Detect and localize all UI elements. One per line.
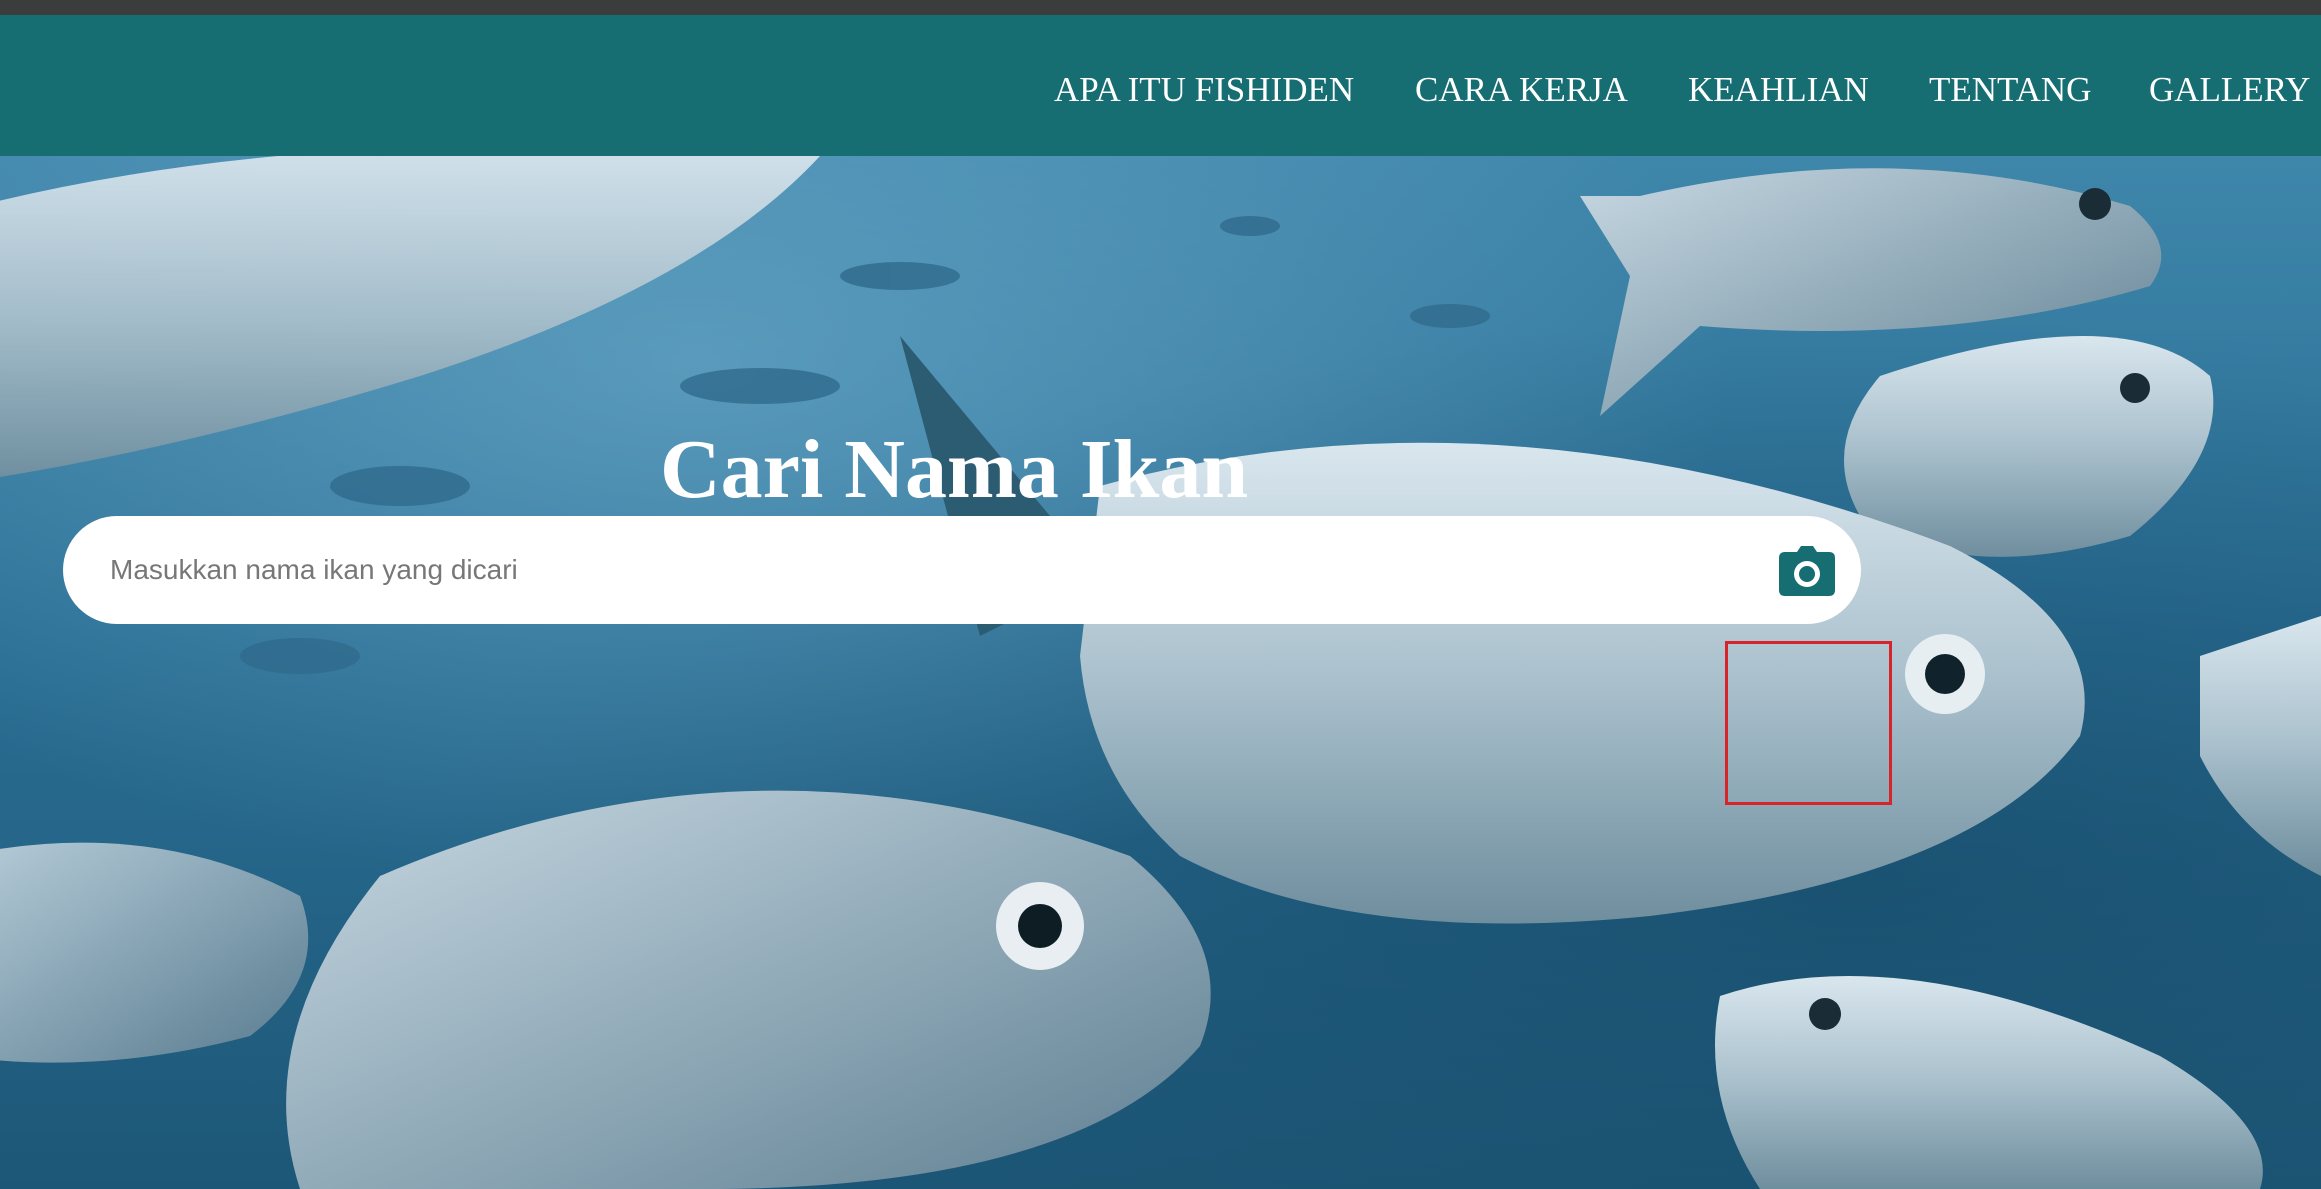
- nav-item-tentang[interactable]: TENTANG: [1929, 68, 2091, 112]
- top-navbar: APA ITU FISHIDEN CARA KERJA KEAHLIAN TEN…: [0, 15, 2321, 156]
- search-bar: [63, 516, 1861, 624]
- hero-section: Cari Nama Ikan: [0, 156, 2321, 1189]
- nav-item-keahlian[interactable]: KEAHLIAN: [1688, 68, 1869, 112]
- camera-search-button[interactable]: [1779, 546, 1835, 596]
- camera-icon: [1779, 546, 1835, 596]
- fish-background-image: [0, 156, 2321, 1189]
- nav-item-cara-kerja[interactable]: CARA KERJA: [1415, 68, 1628, 112]
- search-input[interactable]: [110, 516, 1710, 624]
- window-top-strip: [0, 0, 2321, 15]
- nav-item-apa-itu-fishiden[interactable]: APA ITU FISHIDEN: [1054, 68, 1354, 112]
- nav-item-gallery[interactable]: GALLERY: [2149, 68, 2310, 112]
- hero-title: Cari Nama Ikan: [660, 423, 1249, 516]
